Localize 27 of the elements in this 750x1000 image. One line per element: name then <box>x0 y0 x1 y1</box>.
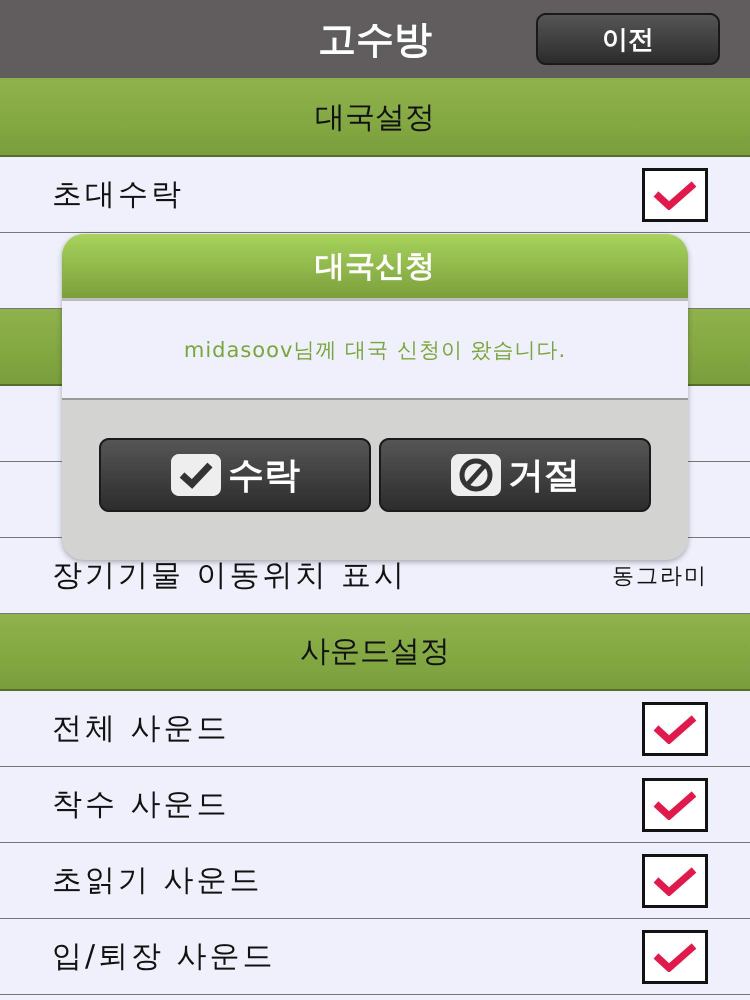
section-title: 대국설정 <box>315 99 435 137</box>
accept-button[interactable]: 수락 <box>99 438 371 512</box>
check-icon <box>170 453 222 497</box>
checkbox[interactable] <box>642 930 708 984</box>
page-title: 고수방 <box>318 16 432 62</box>
setting-label: 초대수락 <box>52 176 184 214</box>
checkbox[interactable] <box>642 168 708 222</box>
check-icon <box>653 714 697 744</box>
setting-label: 장기기물 이동위치 표시 <box>52 557 408 595</box>
check-icon <box>653 866 697 896</box>
setting-label: 착수 사운드 <box>52 786 230 824</box>
checkbox[interactable] <box>642 854 708 908</box>
checkbox[interactable] <box>642 778 708 832</box>
reject-button[interactable]: 거절 <box>379 438 651 512</box>
check-icon <box>653 790 697 820</box>
check-icon <box>653 180 697 210</box>
dialog-message: midasoov님께 대국 신청이 왔습니다. <box>184 336 566 364</box>
setting-label: 입/퇴장 사운드 <box>52 938 276 976</box>
setting-label: 전체 사운드 <box>52 710 230 748</box>
setting-label: 초읽기 사운드 <box>52 862 263 900</box>
check-icon <box>653 942 697 972</box>
checkbox[interactable] <box>642 702 708 756</box>
section-title: 사운드설정 <box>300 633 450 671</box>
back-button[interactable]: 이전 <box>536 13 720 65</box>
dialog-title: 대국신청 <box>315 248 435 286</box>
setting-value[interactable]: 동그라미 <box>612 560 708 590</box>
prohibited-icon <box>450 453 502 497</box>
